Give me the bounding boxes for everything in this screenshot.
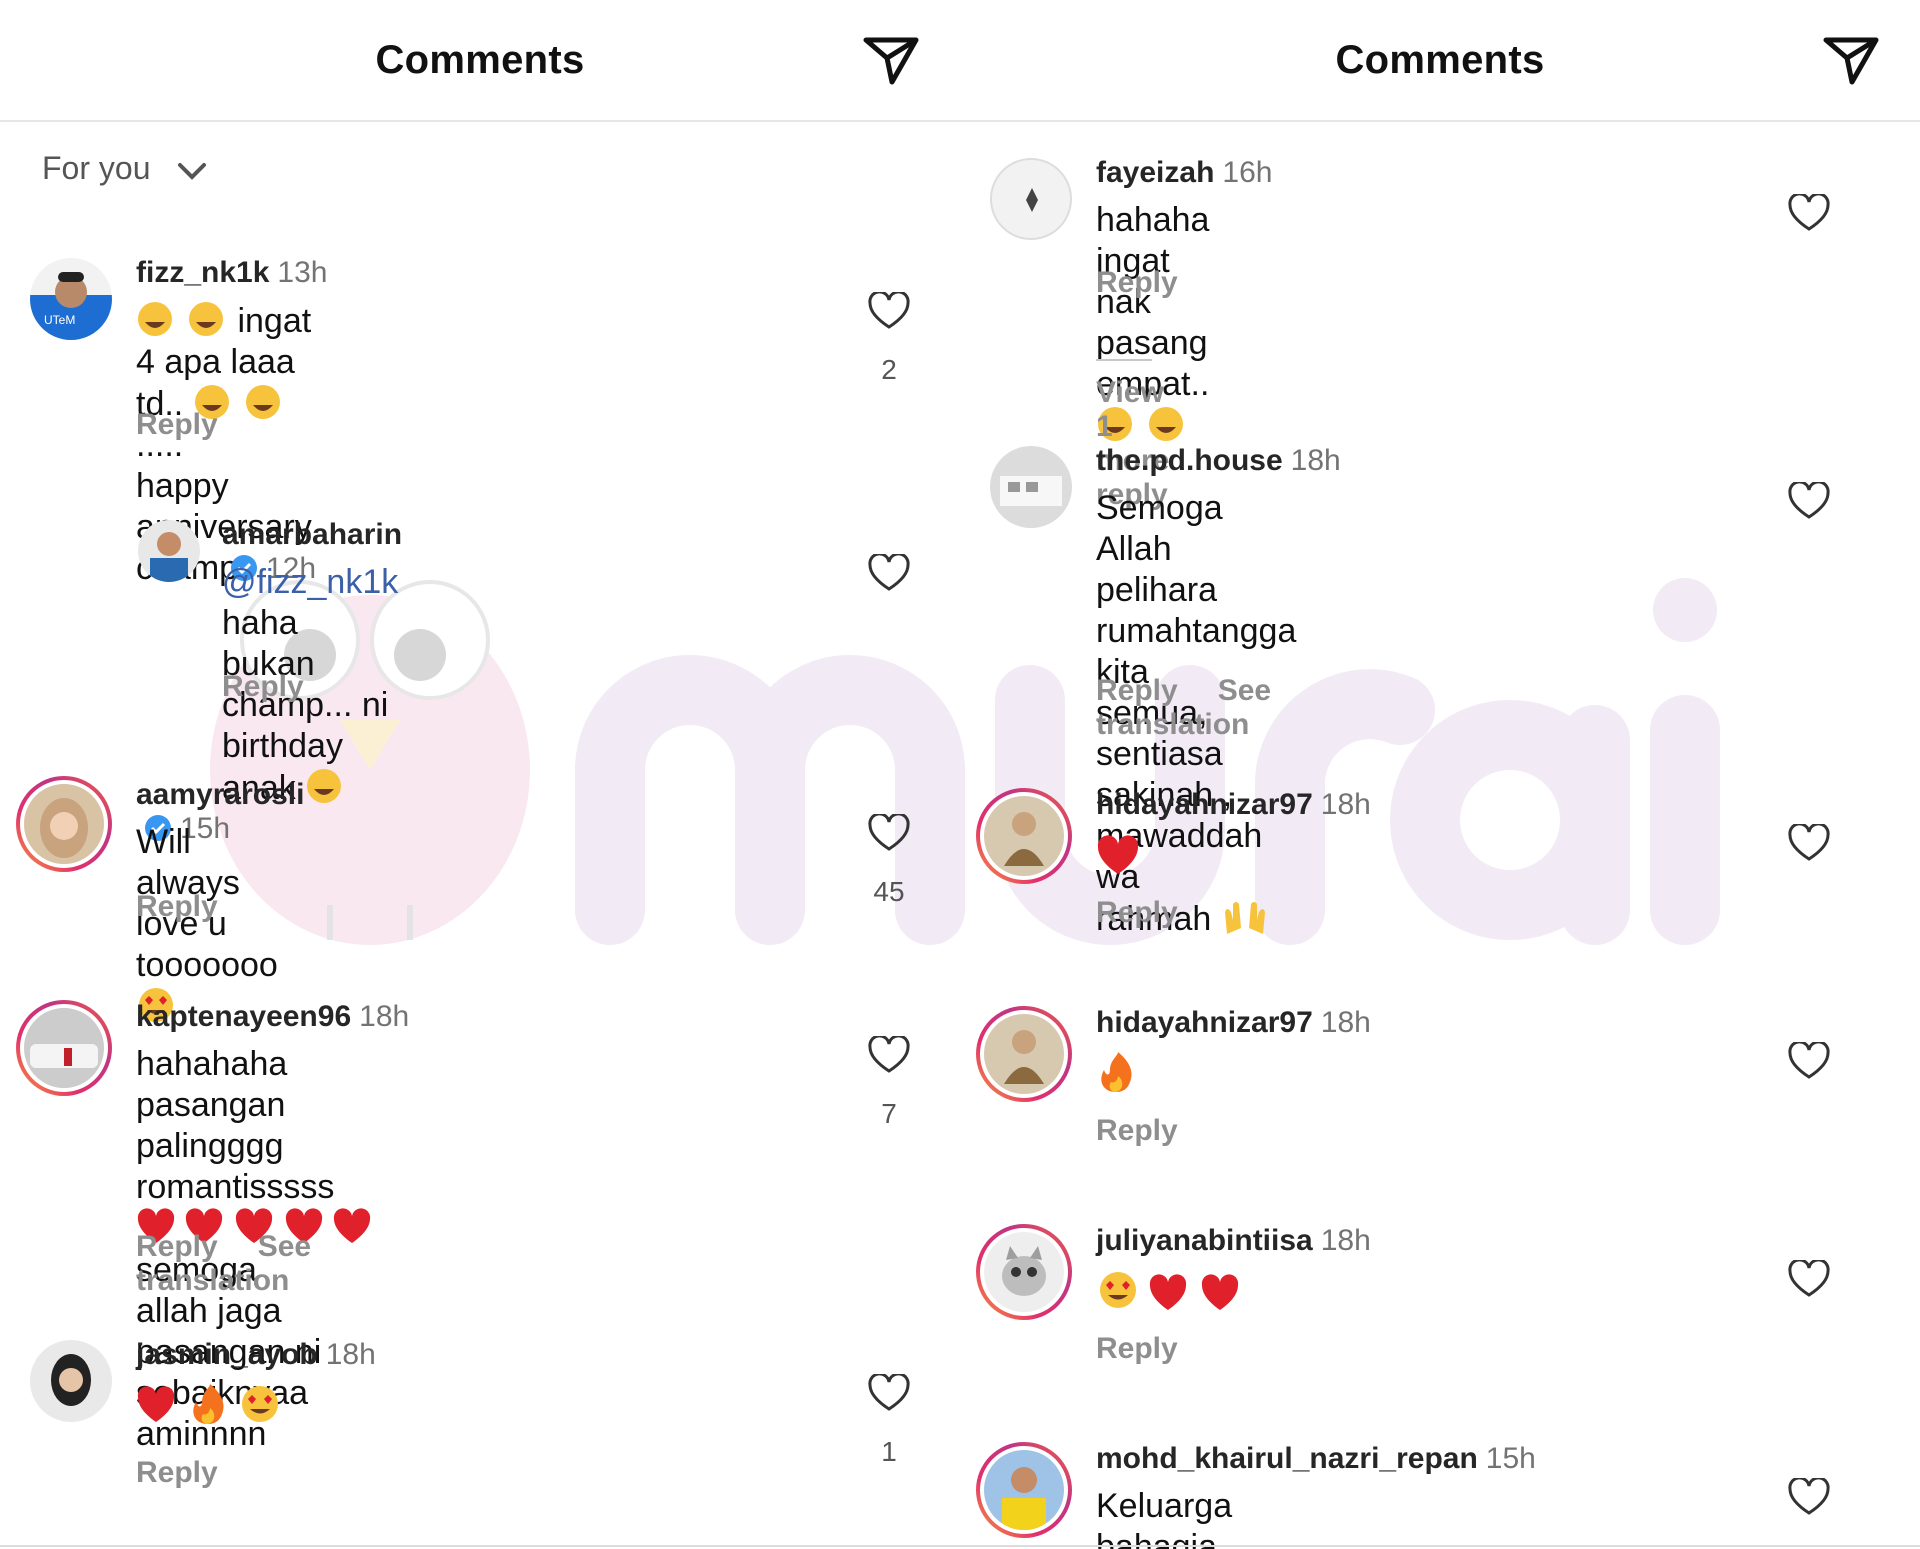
- like-count: 2: [881, 354, 897, 385]
- chevron-down-icon: [178, 162, 207, 180]
- username[interactable]: jasmin_ayob: [136, 1338, 318, 1371]
- username[interactable]: fizz_nk1k: [136, 256, 269, 289]
- heart-icon[interactable]: [1788, 1042, 1830, 1080]
- comment-text: [1096, 1268, 1246, 1316]
- page-title: Comments: [375, 38, 585, 82]
- timestamp: 18h: [1320, 1006, 1371, 1039]
- timestamp: 16h: [1222, 156, 1273, 189]
- comment-text: Will always love u tooooooo: [136, 822, 278, 1028]
- divider: [0, 1545, 960, 1547]
- heart-icon[interactable]: [868, 814, 910, 852]
- reply-button[interactable]: Reply: [136, 1230, 218, 1263]
- reply-button[interactable]: Reply: [136, 1456, 218, 1489]
- red-heart-emoji-icon: [1097, 835, 1139, 874]
- divider: [960, 1545, 1920, 1547]
- avatar-image: [30, 1044, 98, 1068]
- heart-fire-heart-eyes-emoji-icon: [137, 1384, 278, 1424]
- send-icon[interactable]: [862, 34, 920, 86]
- heart-eyes-and-hearts-emoji-icon: [1100, 1272, 1239, 1310]
- like-count: 1: [881, 1436, 897, 1467]
- avatar[interactable]: [976, 1224, 1072, 1320]
- svg-text:UTeM: UTeM: [44, 313, 75, 327]
- view-more-replies-button[interactable]: View 1 more reply: [1096, 342, 1176, 512]
- comment-text: [136, 1382, 286, 1430]
- avatar[interactable]: [30, 1340, 112, 1422]
- heart-icon[interactable]: [1788, 482, 1830, 520]
- username[interactable]: aamyrarosli: [136, 778, 304, 811]
- username[interactable]: kaptenayeen96: [136, 1000, 351, 1033]
- laughing-emoji-icon: [138, 302, 223, 336]
- reply-button[interactable]: Reply: [1096, 674, 1178, 707]
- avatar-image: [1026, 188, 1038, 212]
- avatar-image: [1004, 1030, 1044, 1084]
- heart-icon[interactable]: [1788, 194, 1830, 232]
- sort-dropdown[interactable]: For you: [42, 150, 207, 187]
- avatar-image: UTeM: [44, 272, 87, 327]
- username[interactable]: hidayahnizar97: [1096, 1006, 1313, 1039]
- avatar-image: [150, 532, 188, 582]
- heart-icon[interactable]: [1788, 1478, 1830, 1516]
- heart-icon[interactable]: [868, 292, 910, 330]
- avatar[interactable]: [16, 776, 112, 872]
- timestamp: 18h: [1290, 444, 1341, 477]
- avatar-image: [40, 798, 88, 858]
- timestamp: 13h: [277, 256, 328, 289]
- avatar-image: [1002, 1467, 1046, 1530]
- heart-icon[interactable]: [868, 554, 910, 592]
- timestamp: 18h: [1320, 1224, 1371, 1257]
- send-icon[interactable]: [1822, 34, 1880, 86]
- avatar-image: [51, 1354, 91, 1406]
- heart-icon[interactable]: [1788, 824, 1830, 862]
- like-count: 7: [881, 1098, 897, 1129]
- timestamp: 18h: [325, 1338, 376, 1371]
- mention-link[interactable]: @fizz_nk1k: [222, 563, 398, 601]
- reply-button[interactable]: Reply: [1096, 1114, 1178, 1147]
- heart-icon[interactable]: [1788, 1260, 1830, 1298]
- divider: [1096, 359, 1152, 362]
- comments-panel-right: Comments fayeizah 16h hahaha ingat nak pa…: [960, 0, 1920, 1549]
- heart-icon[interactable]: [868, 1036, 910, 1074]
- fire-emoji-icon: [1101, 1052, 1132, 1092]
- username[interactable]: mohd_khairul_nazri_repan: [1096, 1442, 1478, 1475]
- comment-text: Keluarga bahagia: [1096, 1487, 1233, 1549]
- avatar[interactable]: [976, 1442, 1072, 1538]
- avatar-image: [1004, 812, 1044, 866]
- avatar[interactable]: [976, 788, 1072, 884]
- reply-button[interactable]: Reply: [136, 408, 218, 441]
- reply-button[interactable]: Reply: [222, 670, 304, 703]
- reply-button[interactable]: Reply: [1096, 896, 1178, 929]
- avatar-image: [1002, 1246, 1046, 1296]
- sort-label: For you: [42, 150, 151, 186]
- avatar[interactable]: [138, 520, 200, 582]
- comments-panel-left: Comments For you UTeM fizz_nk1k 13h ingat…: [0, 0, 960, 1549]
- like-count: 45: [873, 876, 905, 907]
- username[interactable]: juliyanabintiisa: [1096, 1224, 1313, 1257]
- comments-header: Comments: [960, 0, 1920, 122]
- reply-button[interactable]: Reply: [1096, 1332, 1178, 1365]
- reply-button[interactable]: Reply: [136, 890, 218, 923]
- reply-button[interactable]: Reply: [1096, 266, 1178, 299]
- heart-icon[interactable]: [868, 1374, 910, 1412]
- page-title: Comments: [1335, 38, 1545, 82]
- avatar[interactable]: [990, 158, 1072, 240]
- raising-hands-emoji-icon: [1224, 902, 1265, 934]
- avatar[interactable]: [16, 1000, 112, 1096]
- avatar-image: [1000, 476, 1062, 506]
- avatar[interactable]: [990, 446, 1072, 528]
- username[interactable]: hidayahnizar97: [1096, 788, 1313, 821]
- laughing-emoji-icon: [307, 769, 342, 803]
- timestamp: 18h: [359, 1000, 410, 1033]
- username[interactable]: amarbaharin: [222, 518, 402, 551]
- timestamp: 18h: [1320, 788, 1371, 821]
- comments-header: Comments: [0, 0, 960, 122]
- username[interactable]: the.pd.house: [1096, 444, 1283, 477]
- avatar[interactable]: [976, 1006, 1072, 1102]
- username[interactable]: fayeizah: [1096, 156, 1214, 189]
- comment-text: [1096, 832, 1140, 880]
- comment-text: [1096, 1050, 1136, 1098]
- timestamp: 15h: [1485, 1442, 1536, 1475]
- avatar[interactable]: UTeM: [30, 258, 112, 340]
